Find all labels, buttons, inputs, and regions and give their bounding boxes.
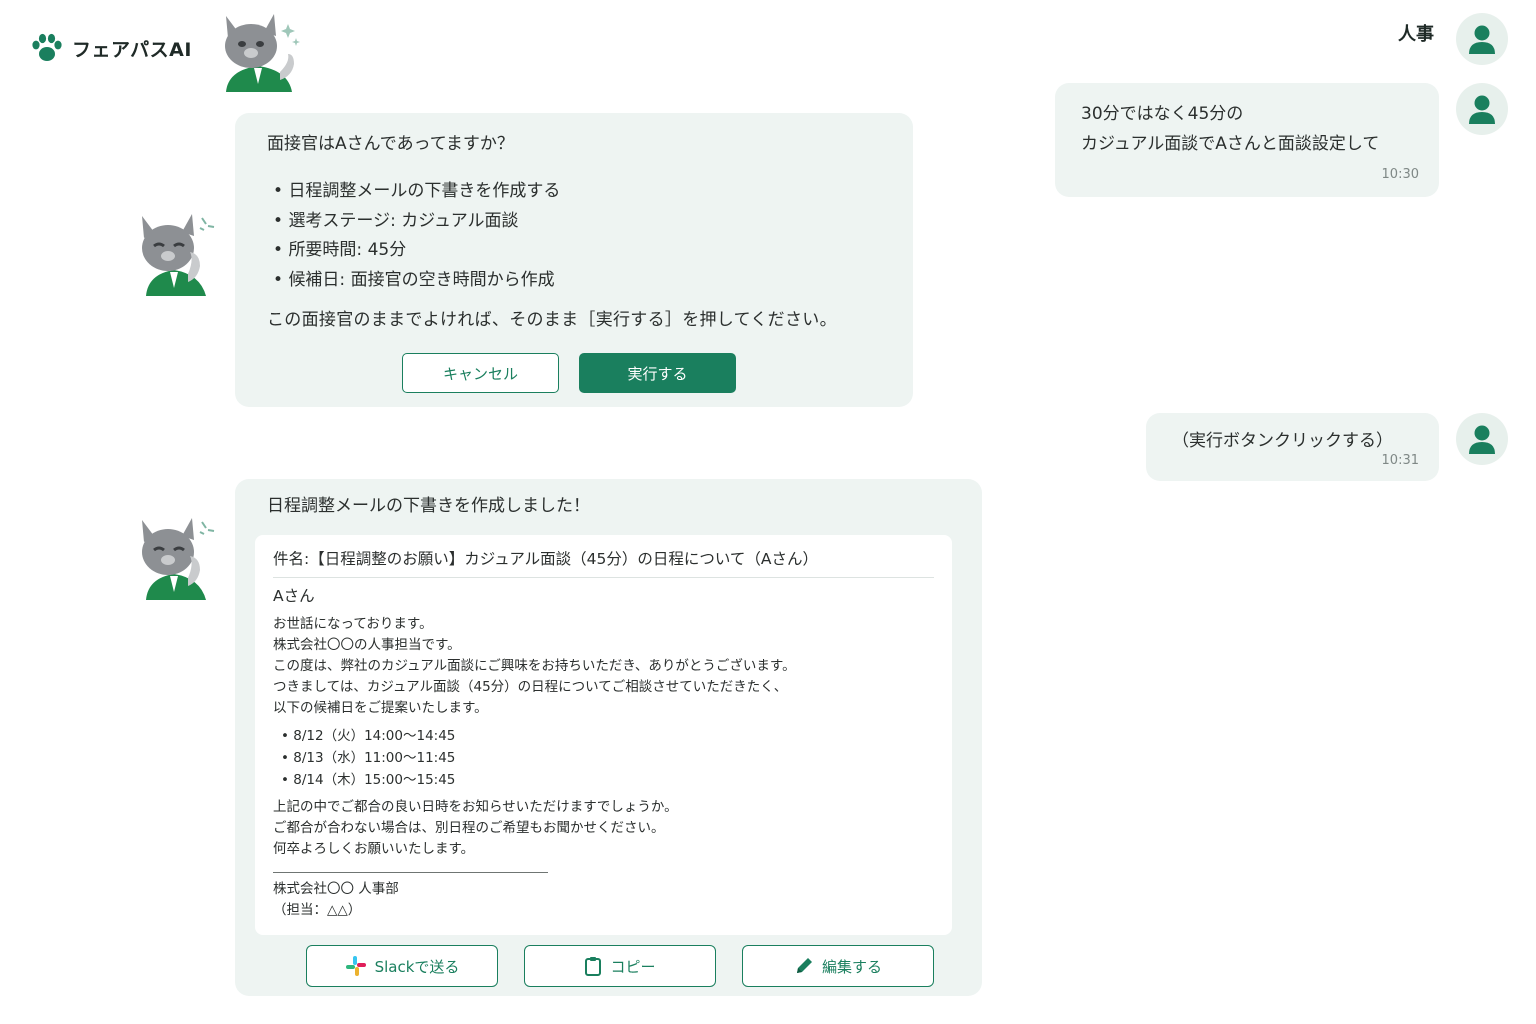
slack-send-label: Slackで送る (374, 957, 460, 976)
edit-label: 編集する (821, 957, 882, 976)
edit-button[interactable]: 編集する (742, 945, 934, 987)
paw-icon (32, 33, 62, 61)
list-item: 候補日: 面接官の空き時間から作成 (273, 266, 881, 296)
confirm-actions: キャンセル 実行する (402, 353, 736, 393)
bot-instruction: この面接官のままでよければ、そのまま［実行する］を押してください。 (267, 310, 837, 330)
email-actions: Slackで送る コピー 編集する (306, 945, 934, 987)
bot-message-bubble: 日程調整メールの下書きを作成しました！ 件名:【日程調整のお願い】カジュアル面談… (235, 479, 982, 996)
email-signature: （担当：△△） (273, 902, 362, 918)
task-summary-list: 日程調整メールの下書きを作成する 選考ステージ: カジュアル面談 所要時間: 4… (273, 177, 881, 295)
email-signature: 株式会社〇〇 人事部 (273, 881, 399, 897)
user-icon (1469, 25, 1495, 54)
brand-logo: フェアパスAI (30, 32, 192, 64)
candidate-date: 8/13（水）11:00〜11:45 (281, 747, 934, 769)
email-line: 上記の中でご都合の良い日時をお知らせいただけますでしょうか。 (273, 799, 678, 815)
message-line: カジュアル面談でAさんと面談設定して (1081, 134, 1380, 154)
user-icon (1469, 95, 1495, 124)
cancel-button[interactable]: キャンセル (402, 353, 559, 393)
pencil-icon (796, 958, 812, 973)
email-line: 株式会社〇〇の人事担当です。 (273, 637, 461, 653)
message-line: 30分ではなく45分の (1081, 104, 1244, 124)
brand-name: フェアパスAI (72, 38, 192, 61)
email-line: この度は、弊社のカジュアル面談にご興味をお持ちいただき、ありがとうございます。 (273, 658, 796, 674)
email-draft-card: 件名:【日程調整のお願い】カジュアル面談（45分）の日程について（Aさん） Aさ… (255, 535, 952, 935)
email-subject: 件名:【日程調整のお願い】カジュアル面談（45分）の日程について（Aさん） (273, 547, 934, 578)
user-avatar (1456, 413, 1508, 465)
list-item: 選考ステージ: カジュアル面談 (273, 207, 881, 237)
copy-label: コピー (610, 957, 656, 976)
user-icon (1469, 425, 1495, 454)
signature-divider (273, 872, 548, 873)
user-name-label: 人事 (1398, 24, 1434, 45)
candidate-dates-list: 8/12（火）14:00〜14:45 8/13（水）11:00〜11:45 8/… (281, 725, 934, 791)
candidate-date: 8/14（木）15:00〜15:45 (281, 769, 934, 791)
email-recipient: Aさん (273, 587, 315, 605)
mascot-cat-image (138, 208, 218, 296)
message-timestamp: 10:31 (1381, 453, 1419, 468)
email-line: 何卒よろしくお願いいたします。 (273, 841, 475, 857)
bot-confirmation: 日程調整メールの下書きを作成しました！ (267, 496, 590, 516)
copy-button[interactable]: コピー (524, 945, 716, 987)
email-line: ご都合が合わない場合は、別日程のご希望もお聞かせください。 (273, 820, 665, 836)
message-line: （実行ボタンクリックする） (1172, 431, 1393, 451)
mascot-cat-image (218, 10, 302, 92)
candidate-date: 8/12（火）14:00〜14:45 (281, 725, 934, 747)
user-message-bubble: （実行ボタンクリックする） 10:31 (1146, 413, 1439, 481)
slack-send-button[interactable]: Slackで送る (306, 945, 498, 987)
bot-message-bubble: 面接官はAさんであってますか？ 日程調整メールの下書きを作成する 選考ステージ:… (235, 113, 913, 407)
user-avatar (1456, 83, 1508, 135)
email-line: お世話になっております。 (273, 616, 433, 632)
user-avatar[interactable] (1456, 13, 1508, 65)
user-message-bubble: 30分ではなく45分の カジュアル面談でAさんと面談設定して 10:30 (1055, 83, 1439, 197)
mascot-cat-image (138, 512, 218, 600)
email-line: つきましては、カジュアル面談（45分）の日程についてご相談させていただきたく、 (273, 679, 788, 695)
bot-question: 面接官はAさんであってますか？ (267, 134, 514, 154)
clipboard-icon (585, 957, 602, 976)
slack-icon (345, 956, 366, 976)
run-button[interactable]: 実行する (579, 353, 736, 393)
message-timestamp: 10:30 (1381, 167, 1419, 182)
list-item: 所要時間: 45分 (273, 236, 881, 266)
email-line: 以下の候補日をご提案いたします。 (273, 700, 488, 716)
list-item: 日程調整メールの下書きを作成する (273, 177, 881, 207)
